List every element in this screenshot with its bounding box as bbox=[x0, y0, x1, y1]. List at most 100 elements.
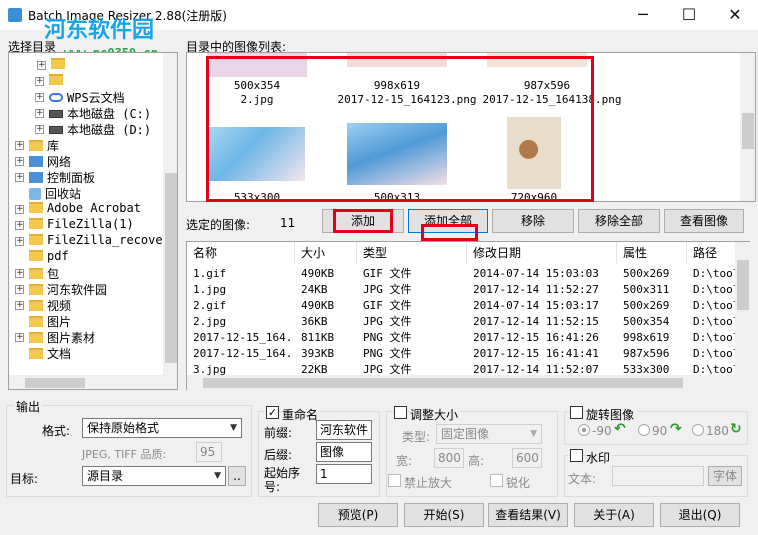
prefix-input[interactable]: 河东软件 bbox=[316, 420, 372, 440]
exit-button[interactable]: 退出(Q) bbox=[660, 503, 740, 527]
selected-images-table[interactable]: 名称 大小 类型 修改日期 属性 路径 1.gif 490KB GIF 文件 2014-07-1… bbox=[186, 241, 751, 391]
tree-item[interactable]: 控制面板 bbox=[29, 169, 95, 185]
tree-expander[interactable]: + bbox=[15, 269, 24, 278]
tree-item[interactable] bbox=[49, 73, 67, 89]
table-hscrollbar[interactable] bbox=[187, 375, 751, 391]
column-header[interactable]: 属性 bbox=[617, 242, 687, 264]
rotate-90-radio[interactable] bbox=[638, 424, 650, 436]
tree-expander[interactable]: + bbox=[15, 205, 24, 214]
table-row[interactable]: 1.jpg 24KB JPG 文件 2017-12-14 11:52:27 500x31… bbox=[187, 282, 735, 298]
tree-item[interactable]: Adobe Acrobat bbox=[29, 201, 141, 217]
maximize-button[interactable]: ☐ bbox=[666, 0, 712, 30]
height-input[interactable]: 600 bbox=[512, 448, 542, 468]
sharpen-checkbox[interactable] bbox=[490, 474, 503, 487]
table-row[interactable]: 2017-12-15_164... 393KB PNG 文件 2017-12-15 1… bbox=[187, 346, 735, 362]
table-row[interactable]: 2017-12-15_164... 811KB PNG 文件 2017-12-15 1… bbox=[187, 330, 735, 346]
start-number-input[interactable]: 1 bbox=[316, 464, 372, 484]
width-input[interactable]: 800 bbox=[434, 448, 464, 468]
preview-button[interactable]: 预览(P) bbox=[318, 503, 398, 527]
tree-expander[interactable]: + bbox=[35, 77, 44, 86]
no-enlarge-checkbox[interactable] bbox=[388, 474, 401, 487]
column-header[interactable]: 名称 bbox=[187, 242, 295, 264]
tree-item[interactable]: WPS云文档 bbox=[49, 89, 125, 105]
rotate-180-radio[interactable] bbox=[692, 424, 704, 436]
column-header[interactable]: 类型 bbox=[357, 242, 467, 264]
table-row[interactable]: 2.jpg 36KB JPG 文件 2017-12-14 11:52:15 500x35… bbox=[187, 314, 735, 330]
folder-icon bbox=[49, 74, 63, 85]
table-row[interactable]: 2.gif 490KB GIF 文件 2014-07-14 15:03:17 500x2… bbox=[187, 298, 735, 314]
tree-scrollbar[interactable] bbox=[163, 53, 177, 375]
view-result-button[interactable]: 查看结果(V) bbox=[488, 503, 568, 527]
tree-item[interactable]: 视频 bbox=[29, 297, 71, 313]
resize-type-select[interactable]: 固定图像 ▼ bbox=[436, 424, 542, 444]
remove-button[interactable]: 移除 bbox=[492, 209, 574, 233]
tree-expander[interactable]: + bbox=[35, 93, 44, 102]
tree-item[interactable]: FileZilla_recovered bbox=[29, 233, 177, 249]
table-cell: 2017-12-15_164... bbox=[193, 331, 295, 344]
tree-expander[interactable]: + bbox=[35, 125, 44, 134]
tree-item[interactable]: FileZilla(1) bbox=[29, 217, 134, 233]
watermark-text-input[interactable] bbox=[612, 466, 704, 486]
tree-expander[interactable]: + bbox=[15, 221, 24, 230]
start-button[interactable]: 开始(S) bbox=[404, 503, 484, 527]
about-button[interactable]: 关于(A) bbox=[574, 503, 654, 527]
tree-item[interactable]: 图片素材 bbox=[29, 329, 95, 345]
thumbnail-scrollbar[interactable] bbox=[740, 53, 755, 201]
tree-expander[interactable]: + bbox=[15, 157, 24, 166]
tree-expander[interactable]: + bbox=[15, 173, 24, 182]
table-cell: D:\tool bbox=[693, 283, 735, 296]
tree-item[interactable]: 河东软件园 bbox=[29, 281, 107, 297]
recycle-bin-icon bbox=[29, 188, 41, 200]
tree-item[interactable]: 回收站 bbox=[29, 185, 81, 201]
close-button[interactable]: ✕ bbox=[712, 0, 758, 30]
tree-expander[interactable]: + bbox=[15, 301, 24, 310]
tree-expander[interactable]: + bbox=[35, 109, 44, 118]
tree-expander[interactable]: + bbox=[15, 285, 24, 294]
tree-hscrollbar[interactable] bbox=[9, 375, 177, 389]
view-image-button[interactable]: 查看图像 bbox=[664, 209, 744, 233]
height-label: 高: bbox=[468, 454, 485, 468]
tree-expander[interactable]: + bbox=[37, 61, 46, 70]
tree-expander[interactable]: + bbox=[15, 141, 24, 150]
column-header[interactable]: 大小 bbox=[295, 242, 357, 264]
browse-button[interactable]: .. bbox=[228, 466, 246, 486]
tree-hscroll-thumb[interactable] bbox=[25, 378, 85, 388]
table-cell: 490KB bbox=[301, 299, 335, 312]
remove-all-button[interactable]: 移除全部 bbox=[578, 209, 660, 233]
table-scroll-thumb[interactable] bbox=[737, 260, 749, 310]
table-cell: D:\tool bbox=[693, 267, 735, 280]
rotate-checkbox[interactable] bbox=[570, 406, 583, 419]
tree-item[interactable]: 本地磁盘 (C:) bbox=[49, 105, 151, 121]
tree-item[interactable]: 本地磁盘 (D:) bbox=[49, 121, 151, 137]
tree-item[interactable]: 网络 bbox=[29, 153, 71, 169]
minimize-button[interactable]: ─ bbox=[620, 0, 666, 30]
start-number-value: 1 bbox=[320, 467, 328, 481]
rotate-left-icon: ↶ bbox=[614, 421, 626, 437]
font-button[interactable]: 字体 bbox=[708, 466, 742, 486]
tree-item[interactable] bbox=[51, 57, 69, 73]
format-select[interactable]: 保持原始格式 ▼ bbox=[82, 418, 242, 438]
tree-scroll-thumb[interactable] bbox=[165, 173, 177, 363]
rename-label: 重命名 bbox=[282, 406, 321, 423]
tree-item[interactable]: pdf bbox=[29, 249, 69, 265]
tree-item[interactable]: 文档 bbox=[29, 345, 71, 361]
table-row[interactable]: 3.jpg 22KB JPG 文件 2017-12-14 11:52:07 533x30… bbox=[187, 362, 735, 376]
table-row[interactable]: 1.gif 490KB GIF 文件 2014-07-14 15:03:03 500x2… bbox=[187, 266, 735, 282]
suffix-input[interactable]: 图像 bbox=[316, 442, 372, 462]
rotate-minus90-radio[interactable] bbox=[578, 424, 590, 436]
tree-expander[interactable]: + bbox=[15, 333, 24, 342]
tree-item[interactable]: 包 bbox=[29, 265, 59, 281]
watermark-checkbox[interactable] bbox=[570, 449, 583, 462]
thumbnail-scroll-thumb[interactable] bbox=[742, 113, 754, 149]
column-header[interactable]: 修改日期 bbox=[467, 242, 617, 264]
directory-tree[interactable]: + + + WPS云文档 + 本地磁盘 (C:) + 本地磁盘 (D:) + 库 + 网络 + 控制面板回… bbox=[8, 52, 178, 390]
target-select[interactable]: 源目录 ▼ bbox=[82, 466, 226, 486]
table-scrollbar[interactable] bbox=[735, 242, 751, 375]
tree-item[interactable]: 图片 bbox=[29, 313, 71, 329]
table-hscroll-thumb[interactable] bbox=[203, 378, 683, 388]
tree-expander[interactable]: + bbox=[15, 237, 24, 246]
quality-stepper[interactable]: 95 bbox=[196, 442, 222, 462]
resize-checkbox[interactable] bbox=[394, 406, 407, 419]
tree-item[interactable]: 库 bbox=[29, 137, 59, 153]
rename-checkbox[interactable]: ✓ bbox=[266, 406, 279, 419]
